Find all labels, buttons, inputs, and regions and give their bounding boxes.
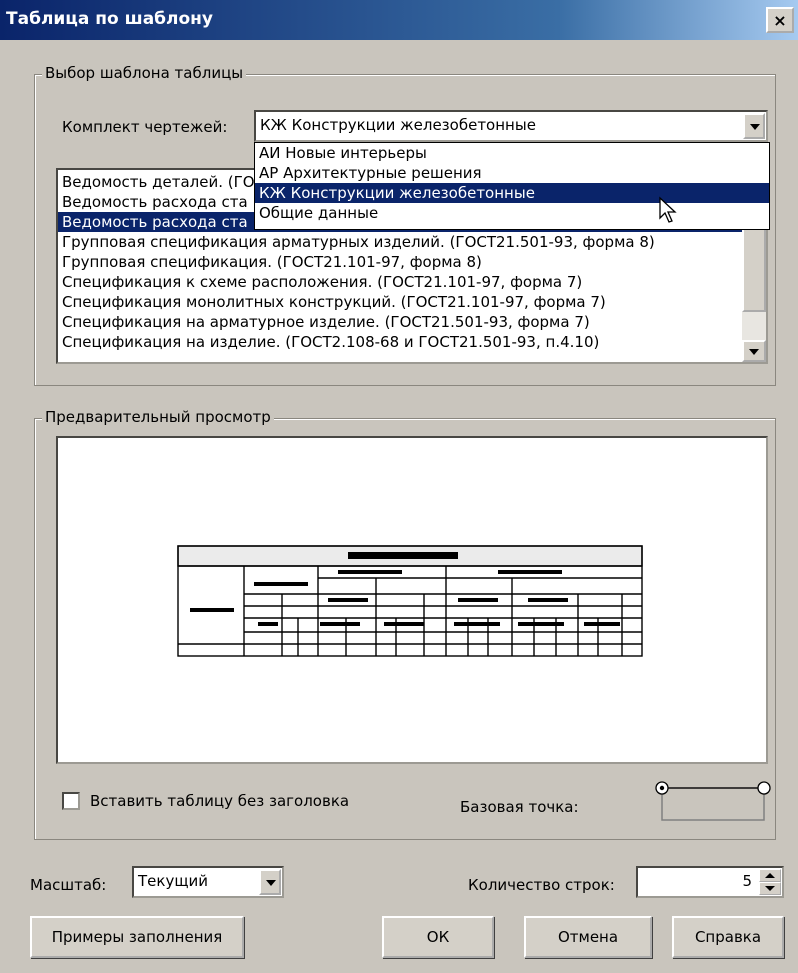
dialog-window: Таблица по шаблону × Выбор шаблона табли…	[0, 0, 798, 973]
drawing-set-combo[interactable]: КЖ Конструкции железобетонные	[254, 110, 768, 142]
drawing-set-value: КЖ Конструкции железобетонные	[260, 116, 536, 134]
list-item[interactable]: Спецификация на арматурное изделие. (ГОС…	[58, 312, 766, 332]
dropdown-option-selected[interactable]: КЖ Конструкции железобетонные	[255, 183, 769, 203]
drawing-set-dropdown[interactable]: АИ Новые интерьеры АР Архитектурные реше…	[254, 142, 770, 230]
list-item[interactable]: Групповая спецификация. (ГОСТ21.101-97, …	[58, 252, 766, 272]
dropdown-option[interactable]: АИ Новые интерьеры	[255, 143, 769, 163]
list-item[interactable]: Спецификация на изделие. (ГОСТ2.108-68 и…	[58, 332, 766, 352]
template-group-legend: Выбор шаблона таблицы	[42, 64, 247, 82]
chevron-down-icon[interactable]	[259, 869, 281, 895]
dropdown-option[interactable]: Общие данные	[255, 203, 769, 223]
cancel-button[interactable]: Отмена	[524, 916, 652, 958]
rows-label: Количество строк:	[468, 876, 615, 894]
window-title: Таблица по шаблону	[6, 9, 213, 29]
preview-group-legend: Предварительный просмотр	[42, 408, 274, 426]
no-header-checkbox[interactable]	[62, 792, 80, 810]
title-bar: Таблица по шаблону ×	[0, 0, 798, 40]
chevron-up-icon	[765, 873, 775, 878]
list-item[interactable]: Спецификация к схеме расположения. (ГОСТ…	[58, 272, 766, 292]
scale-label: Масштаб:	[30, 876, 107, 894]
scroll-down-button[interactable]	[742, 340, 766, 362]
ok-button[interactable]: ОК	[382, 916, 494, 958]
scroll-thumb[interactable]	[742, 222, 766, 312]
base-point-right-radio	[757, 781, 771, 795]
fill-examples-button[interactable]: Примеры заполнения	[30, 916, 244, 958]
dropdown-option[interactable]: АР Архитектурные решения	[255, 163, 769, 183]
preview-area	[56, 436, 768, 764]
base-point-label: Базовая точка:	[460, 798, 579, 816]
help-button[interactable]: Справка	[672, 916, 784, 958]
scale-combo[interactable]: Текущий	[132, 866, 284, 898]
chevron-down-icon	[749, 349, 759, 355]
scale-value: Текущий	[138, 872, 208, 890]
rows-value: 5	[742, 872, 752, 890]
no-header-label: Вставить таблицу без заголовка	[90, 792, 350, 810]
list-item[interactable]: Спецификация монолитных конструкций. (ГО…	[58, 292, 766, 312]
rows-stepper[interactable]: 5	[636, 866, 784, 898]
chevron-down-icon	[765, 886, 775, 891]
list-item[interactable]: Групповая спецификация арматурных издели…	[58, 232, 766, 252]
close-button[interactable]: ×	[766, 7, 794, 33]
base-point-selector[interactable]	[652, 778, 772, 824]
drawing-set-label: Комплект чертежей:	[62, 118, 228, 136]
spin-down-button[interactable]	[759, 882, 781, 895]
mouse-cursor-icon	[659, 196, 677, 223]
table-preview-image	[177, 545, 643, 657]
chevron-down-icon[interactable]	[743, 113, 765, 139]
spin-up-button[interactable]	[759, 869, 781, 882]
